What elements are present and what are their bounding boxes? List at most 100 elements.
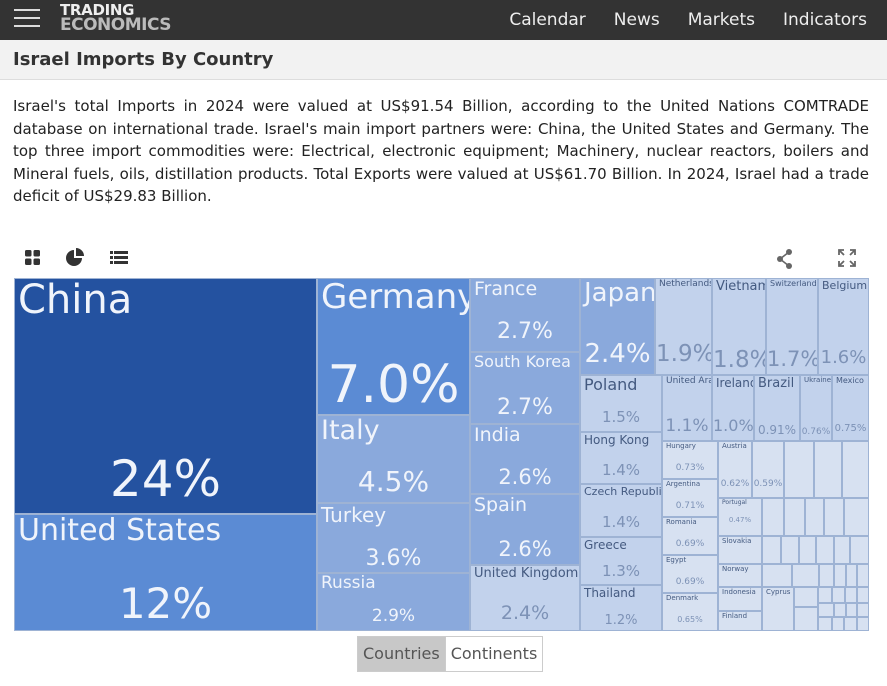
treemap-tile-small[interactable]	[832, 617, 844, 631]
treemap-tile[interactable]: Finland	[718, 611, 762, 631]
treemap-tile[interactable]: Switzerland 1.7%	[766, 278, 818, 375]
treemap-tile[interactable]: Greece 1.3%	[580, 537, 662, 585]
tab-continents[interactable]: Continents	[444, 637, 543, 671]
treemap-tile-small[interactable]	[818, 603, 834, 617]
treemap-tile[interactable]: Germany 7.0%	[317, 278, 470, 415]
treemap-tile-small[interactable]	[762, 564, 792, 587]
treemap-tile-small[interactable]	[857, 617, 869, 631]
tab-countries[interactable]: Countries	[358, 637, 445, 671]
treemap-tile[interactable]: Cyprus	[762, 587, 794, 631]
treemap-tile-label: Netherlands	[659, 279, 712, 289]
pie-chart-icon[interactable]	[65, 247, 85, 269]
treemap-tile-small[interactable]	[834, 536, 850, 564]
treemap-tile-small[interactable]	[844, 617, 857, 631]
treemap-tile[interactable]: Austria 0.62%	[718, 441, 752, 498]
treemap-tile-small[interactable]	[846, 564, 857, 587]
treemap-tile-label: Austria	[722, 442, 747, 450]
treemap-tile[interactable]: United Arab... 1.1%	[662, 375, 712, 441]
treemap-tile[interactable]: Thailand 1.2%	[580, 585, 662, 631]
treemap-tile-label: Japan	[584, 278, 655, 308]
treemap-tile[interactable]: Belgium 1.6%	[818, 278, 869, 375]
treemap-tile-small[interactable]	[845, 587, 857, 603]
treemap-tile[interactable]: United Kingdom 2.4%	[470, 565, 580, 631]
treemap-tile[interactable]: Hungary 0.73%	[662, 441, 718, 479]
treemap-tile-small[interactable]	[818, 617, 832, 631]
nav-markets[interactable]: Markets	[688, 10, 755, 30]
treemap-tile-value: 1.2%	[604, 613, 638, 628]
treemap-tile-small[interactable]	[834, 603, 846, 617]
treemap-tile[interactable]: China 24%	[14, 278, 317, 514]
treemap-tile[interactable]: 0.59%	[752, 441, 784, 498]
treemap-tile-small[interactable]	[834, 564, 846, 587]
treemap-tile[interactable]: United States 12%	[14, 514, 317, 631]
treemap-tile[interactable]: Poland 1.5%	[580, 375, 662, 432]
treemap-tile-small[interactable]	[819, 564, 834, 587]
treemap-tile-small[interactable]	[805, 498, 824, 536]
nav-news[interactable]: News	[614, 10, 660, 30]
treemap-tile-small[interactable]	[816, 536, 834, 564]
nav-calendar[interactable]: Calendar	[509, 10, 585, 30]
treemap-tile[interactable]: Mexico 0.75%	[832, 375, 869, 441]
treemap-tile-small[interactable]	[824, 498, 844, 536]
treemap-tile-small[interactable]	[844, 498, 869, 536]
treemap-tile-value: 1.4%	[601, 461, 641, 479]
fullscreen-icon[interactable]	[837, 247, 857, 269]
treemap-tile[interactable]: Indonesia	[718, 587, 762, 611]
treemap-tile[interactable]: Russia 2.9%	[317, 573, 470, 631]
treemap-tile[interactable]: Ukraine 0.76%	[800, 375, 832, 441]
treemap-tile-small[interactable]	[832, 587, 845, 603]
treemap-tile-label: United Arab...	[666, 376, 711, 386]
treemap-tile-small[interactable]	[762, 498, 784, 536]
treemap-tile[interactable]: Norway	[718, 564, 762, 587]
treemap-tile-small[interactable]	[784, 441, 814, 498]
treemap-tile[interactable]: Brazil 0.91%	[754, 375, 800, 441]
treemap-tile[interactable]: Spain 2.6%	[470, 494, 580, 565]
treemap-tile-small[interactable]	[792, 564, 819, 587]
treemap-tile-small[interactable]	[762, 536, 781, 564]
treemap-tile-label: China	[18, 278, 133, 323]
treemap-tile-small[interactable]	[846, 603, 857, 617]
treemap-tile[interactable]: Argentina 0.71%	[662, 479, 718, 517]
treemap-tile-small[interactable]	[857, 587, 869, 603]
list-icon[interactable]	[109, 247, 129, 267]
treemap-tile[interactable]: South Korea 2.7%	[470, 352, 580, 424]
logo[interactable]: TRADING ECONOMICS	[60, 3, 172, 35]
treemap-tile-small[interactable]	[784, 498, 805, 536]
treemap-tile[interactable]: France 2.7%	[470, 278, 580, 352]
treemap-tile[interactable]: Netherlands 1.9%	[655, 278, 712, 375]
treemap-tile-small[interactable]	[799, 536, 816, 564]
treemap-tile-small[interactable]	[857, 603, 869, 617]
menu-icon[interactable]	[14, 6, 42, 30]
treemap-tile-small[interactable]	[818, 587, 832, 603]
treemap-tile-small[interactable]	[781, 536, 799, 564]
nav-indicators[interactable]: Indicators	[783, 10, 867, 30]
grid-icon[interactable]	[24, 247, 42, 267]
treemap-tile[interactable]: Portugal 0.47%	[718, 498, 762, 536]
treemap-tile-value: 2.6%	[498, 465, 552, 489]
treemap-tile-small[interactable]	[794, 587, 818, 607]
treemap-tile[interactable]: Hong Kong 1.4%	[580, 432, 662, 484]
treemap-tile[interactable]: Vietnam 1.8%	[712, 278, 766, 375]
treemap-tile[interactable]: Czech Republic 1.4%	[580, 484, 662, 537]
treemap-tile[interactable]: Italy 4.5%	[317, 415, 470, 503]
logo-line-2: ECONOMICS	[60, 15, 172, 35]
treemap-tile-small[interactable]	[857, 564, 869, 587]
treemap-tile[interactable]: Romania 0.69%	[662, 517, 718, 555]
treemap-tile[interactable]: Slovakia	[718, 536, 762, 564]
treemap-tile-label: Greece	[584, 538, 627, 552]
treemap-tile[interactable]: India 2.6%	[470, 424, 580, 494]
share-icon[interactable]	[775, 247, 795, 269]
treemap-tile-small[interactable]	[814, 441, 842, 498]
treemap-tile[interactable]: Ireland 1.0%	[712, 375, 754, 441]
treemap-tile-small[interactable]	[842, 441, 869, 498]
treemap-tile[interactable]: Turkey 3.6%	[317, 503, 470, 573]
treemap-tile-label: Switzerland	[770, 279, 817, 288]
treemap-tile[interactable]: Japan 2.4%	[580, 278, 655, 375]
treemap-tile[interactable]: Denmark 0.65%	[662, 593, 718, 631]
treemap-tile[interactable]: Egypt 0.69%	[662, 555, 718, 593]
treemap-tile-label: Ireland	[716, 376, 754, 390]
treemap-tile-value: 2.7%	[497, 395, 553, 420]
treemap-tile-small[interactable]	[794, 607, 818, 631]
view-tabs: Countries Continents	[357, 636, 544, 672]
treemap-tile-small[interactable]	[850, 536, 869, 564]
